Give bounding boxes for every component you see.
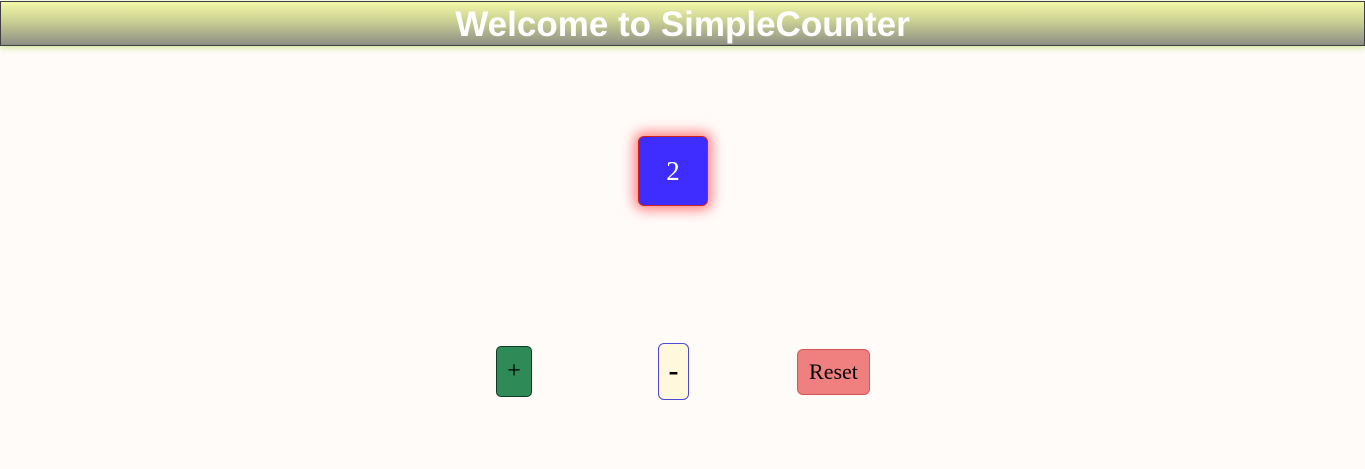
decrement-button[interactable]: - (658, 343, 689, 400)
app-header: Welcome to SimpleCounter (0, 1, 1365, 46)
counter-display: 2 (638, 136, 708, 206)
increment-button[interactable]: + (496, 346, 532, 397)
page-title: Welcome to SimpleCounter (455, 5, 910, 44)
reset-button[interactable]: Reset (797, 349, 870, 395)
